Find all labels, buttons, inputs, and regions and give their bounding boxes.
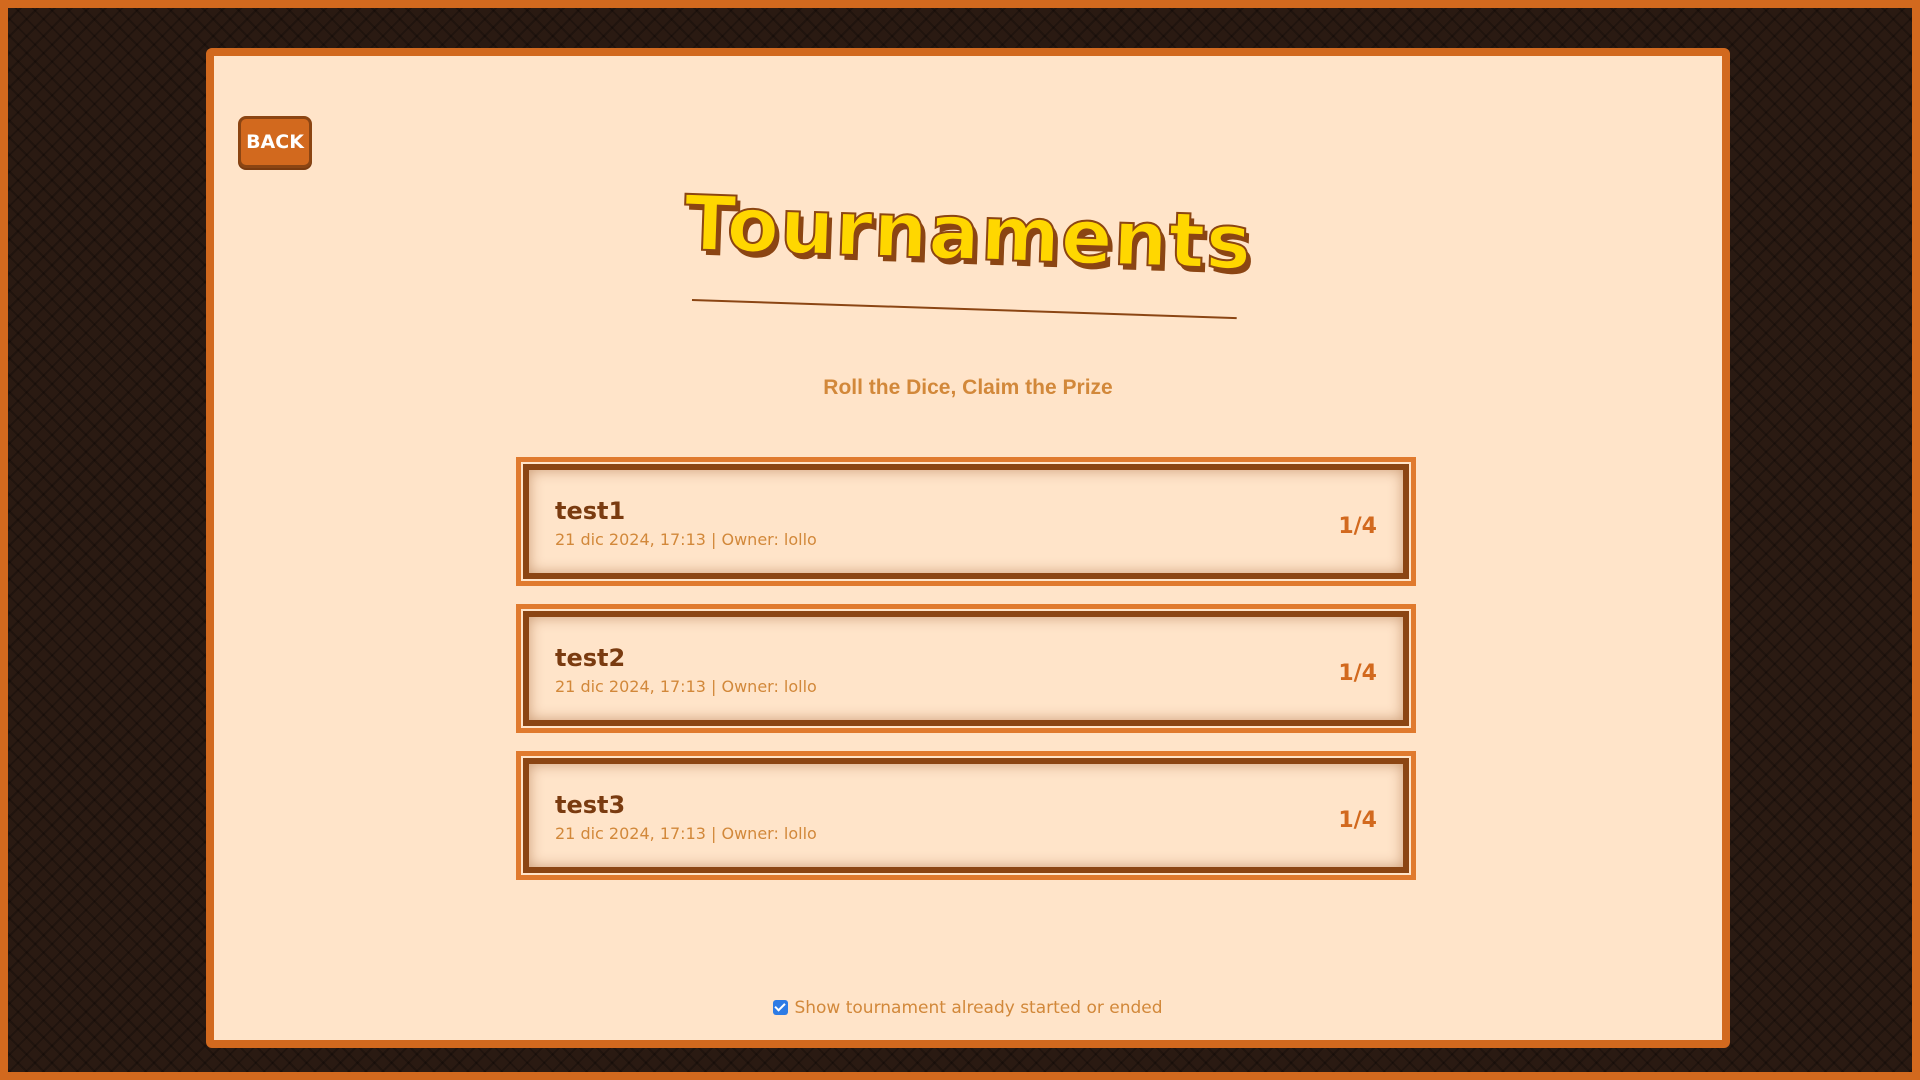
tournament-name: test2	[555, 644, 626, 672]
tournament-meta: 21 dic 2024, 17:13 | Owner: lollo	[555, 677, 817, 696]
tournament-list: test1 21 dic 2024, 17:13 | Owner: lollo …	[516, 457, 1416, 898]
tournament-card-inner: test2 21 dic 2024, 17:13 | Owner: lollo …	[523, 611, 1409, 726]
tournament-player-count: 1/4	[1338, 808, 1377, 833]
tournament-meta: 21 dic 2024, 17:13 | Owner: lollo	[555, 824, 817, 843]
tournament-card[interactable]: test2 21 dic 2024, 17:13 | Owner: lollo …	[516, 604, 1416, 733]
tournament-card-inner: test3 21 dic 2024, 17:13 | Owner: lollo …	[523, 758, 1409, 873]
tournament-name: test1	[555, 497, 626, 525]
title-wrap: Tournaments	[214, 177, 1722, 288]
tournament-name: test3	[555, 791, 626, 819]
tournament-card[interactable]: test1 21 dic 2024, 17:13 | Owner: lollo …	[516, 457, 1416, 586]
tournament-meta: 21 dic 2024, 17:13 | Owner: lollo	[555, 530, 817, 549]
title-underline	[691, 299, 1237, 320]
back-button[interactable]: BACK	[238, 116, 312, 168]
show-started-filter: Show tournament already started or ended	[214, 998, 1722, 1018]
page-title: Tournaments	[681, 177, 1254, 288]
tournament-card-inner: test1 21 dic 2024, 17:13 | Owner: lollo …	[523, 464, 1409, 579]
tournament-player-count: 1/4	[1338, 661, 1377, 686]
page-subtitle: Roll the Dice, Claim the Prize	[823, 376, 1113, 399]
main-panel: BACK Tournaments Roll the Dice, Claim th…	[206, 48, 1730, 1048]
tournament-card[interactable]: test3 21 dic 2024, 17:13 | Owner: lollo …	[516, 751, 1416, 880]
tournament-player-count: 1/4	[1338, 514, 1377, 539]
show-started-checkbox[interactable]	[773, 1000, 789, 1015]
show-started-label: Show tournament already started or ended	[794, 998, 1163, 1018]
